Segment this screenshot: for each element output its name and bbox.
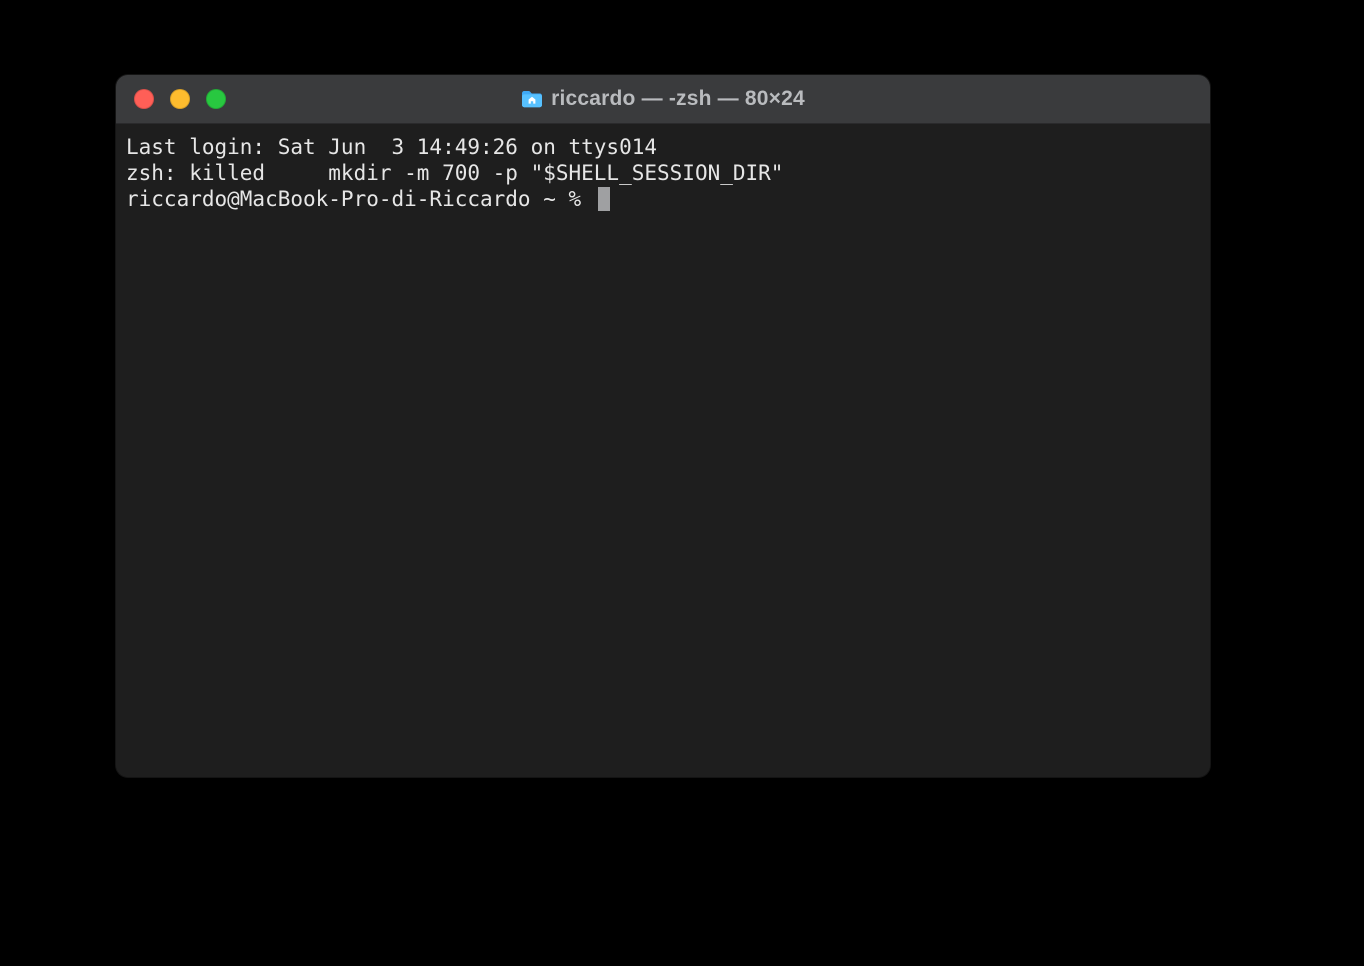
minimize-button[interactable] bbox=[170, 89, 190, 109]
terminal-line: Last login: Sat Jun 3 14:49:26 on ttys01… bbox=[126, 134, 1200, 160]
window-controls bbox=[116, 89, 226, 109]
terminal-window: riccardo — -zsh — 80×24 Last login: Sat … bbox=[116, 75, 1210, 777]
terminal-prompt-line: riccardo@MacBook-Pro-di-Riccardo ~ % bbox=[126, 186, 1200, 212]
terminal-body[interactable]: Last login: Sat Jun 3 14:49:26 on ttys01… bbox=[116, 124, 1210, 777]
terminal-cursor bbox=[598, 187, 610, 211]
terminal-line: zsh: killed mkdir -m 700 -p "$SHELL_SESS… bbox=[126, 160, 1200, 186]
zoom-button[interactable] bbox=[206, 89, 226, 109]
title-wrap: riccardo — -zsh — 80×24 bbox=[116, 87, 1210, 111]
terminal-prompt: riccardo@MacBook-Pro-di-Riccardo ~ % bbox=[126, 186, 594, 212]
folder-home-icon bbox=[521, 90, 543, 108]
titlebar: riccardo — -zsh — 80×24 bbox=[116, 75, 1210, 124]
close-button[interactable] bbox=[134, 89, 154, 109]
window-title: riccardo — -zsh — 80×24 bbox=[551, 87, 805, 111]
